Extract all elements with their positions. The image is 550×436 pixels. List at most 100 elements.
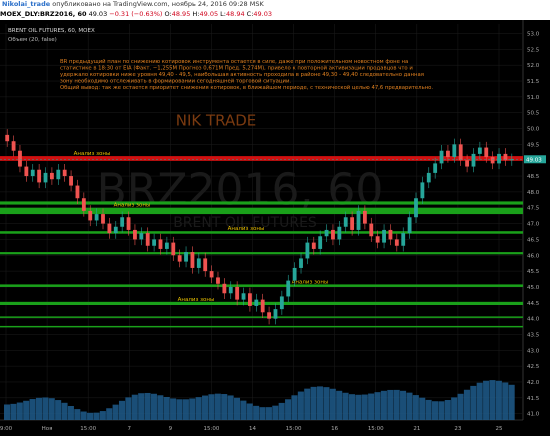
volume-bar — [412, 395, 419, 420]
candle-body — [24, 166, 29, 177]
zone-band — [0, 284, 523, 287]
x-tick-label: 9 — [169, 426, 173, 432]
x-tick-label: 15:00 — [368, 426, 384, 432]
candle-body — [362, 210, 367, 224]
candle-body — [273, 309, 278, 319]
candle-body — [337, 226, 342, 240]
y-tick-label: 45.5 — [527, 269, 540, 275]
candle-body — [426, 172, 431, 183]
candle-body — [484, 147, 489, 158]
volume-bar — [4, 404, 11, 420]
publish-info: опубликовано на TradingView.com, ноябрь … — [52, 0, 264, 8]
volume-bar — [438, 401, 445, 420]
author-link[interactable]: Nikolai_trade — [2, 0, 50, 8]
candle-body — [331, 229, 335, 240]
candle-body — [120, 217, 125, 227]
candle-body — [407, 217, 412, 234]
y-tick-label: 48.0 — [527, 190, 540, 196]
candle-body — [222, 283, 227, 294]
zone-band — [0, 325, 523, 328]
y-tick-label: 51.0 — [527, 95, 540, 101]
candle-body — [88, 210, 93, 221]
candle-body — [5, 134, 10, 142]
y-tick-label: 42.5 — [527, 364, 540, 370]
candle-body — [394, 239, 399, 246]
candle-body — [126, 217, 131, 230]
high-value: 49.05 — [199, 10, 219, 18]
candle-body — [62, 169, 67, 177]
y-tick-label: 41.5 — [527, 396, 540, 402]
volume-bar — [310, 386, 317, 420]
volume-bar — [233, 397, 241, 420]
candle-body — [158, 239, 163, 249]
x-tick-label: 15:00 — [286, 426, 302, 432]
volume-bar — [342, 392, 349, 420]
candle-body — [75, 185, 80, 199]
candle-body — [152, 239, 157, 246]
candle-body — [382, 229, 386, 243]
volume-bar — [131, 394, 138, 420]
volume-bar — [419, 397, 426, 420]
volume-bar — [259, 407, 266, 420]
x-tick-label: 23 — [454, 426, 461, 432]
candle-body — [433, 163, 438, 173]
volume-bar — [221, 394, 228, 420]
volume-bar — [93, 412, 100, 420]
candle-body — [286, 280, 291, 297]
zone-label: Анализ зоны — [292, 279, 329, 285]
candle-body — [452, 144, 457, 158]
x-tick-label: 14 — [249, 426, 256, 432]
volume-bar — [329, 388, 336, 420]
candle-body — [299, 258, 303, 268]
y-tick-label: 45.0 — [527, 285, 540, 291]
candle-body — [260, 299, 265, 313]
volume-bar — [476, 382, 483, 420]
candle-body — [439, 150, 444, 164]
volume-bar — [291, 395, 298, 420]
y-tick-label: 50.5 — [527, 111, 540, 117]
candle-body — [369, 223, 374, 237]
candle-body — [69, 176, 73, 186]
candle-body — [248, 293, 252, 306]
volume-bar — [400, 390, 407, 420]
volume-bar — [80, 411, 87, 420]
x-tick-label: 9:00 — [0, 426, 13, 432]
candle-body — [216, 277, 220, 284]
volume-bar — [457, 393, 464, 420]
price-chart[interactable]: 41.0 41.5 42.0 42.5 43.0 43.5 44.0 44.5 45.0 45.5… — [0, 20, 550, 436]
zone-label: Анализ зоны — [178, 297, 215, 303]
y-tick-label: 47.5 — [527, 206, 540, 212]
candle-body — [241, 293, 246, 300]
y-tick-label: 42.0 — [527, 380, 540, 386]
analysis-text-line: удержало котировки ниже уровня 49,40 - 4… — [60, 71, 424, 78]
candle-body — [30, 169, 35, 177]
volume-bar — [508, 384, 515, 420]
volume-bar — [451, 397, 458, 420]
volume-bar — [42, 397, 49, 420]
candle-body — [49, 172, 54, 180]
analysis-text-line: зону необходимо отслеживать в формирован… — [60, 78, 291, 85]
zone-label: Анализ зоны — [74, 151, 111, 157]
change-value: −0.31 (−0.63%) — [109, 10, 163, 18]
candle-body — [477, 147, 482, 154]
volume-bar — [463, 389, 470, 420]
volume-bar — [380, 390, 387, 420]
candle-body — [145, 233, 150, 246]
volume-bar — [10, 403, 17, 420]
volume-bar — [55, 400, 62, 420]
volume-bar — [348, 394, 355, 420]
volume-bar — [246, 403, 253, 420]
candle-body — [497, 153, 501, 164]
volume-label: Объем (20, false) — [8, 37, 57, 43]
instrument-label: BRENT OIL FUTURES, 60, MOEX — [8, 28, 95, 34]
volume-bar — [48, 398, 55, 420]
close-value: 49.03 — [253, 10, 273, 18]
volume-bar — [374, 392, 381, 420]
candle-body — [113, 226, 118, 234]
volume-bar — [74, 409, 81, 420]
candle-body — [420, 182, 425, 199]
candle-body — [305, 242, 310, 259]
volume-bar — [272, 405, 279, 420]
candle-body — [37, 169, 42, 183]
candle-body — [465, 160, 470, 167]
